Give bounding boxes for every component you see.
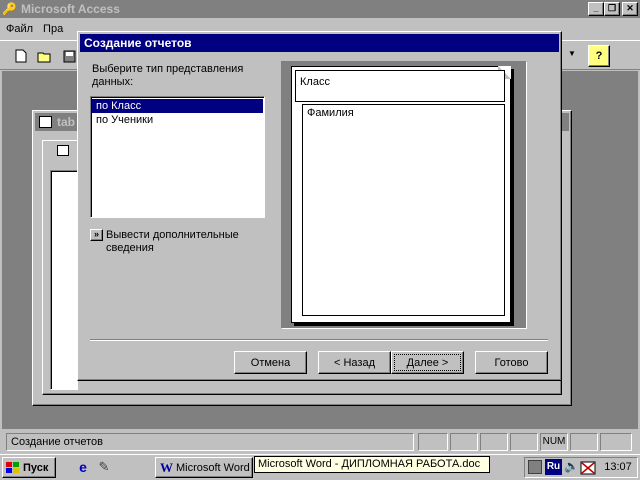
dialog-separator — [90, 339, 548, 341]
scheduler-icon[interactable] — [580, 459, 596, 475]
preview-group-header: Класс — [295, 70, 505, 102]
finish-button[interactable]: Готово — [475, 351, 548, 374]
cancel-button[interactable]: Отмена — [234, 351, 307, 374]
grid-icon — [57, 145, 69, 156]
num-lock-indicator: NUM — [540, 433, 568, 451]
taskbar-word-button[interactable]: W Microsoft Word — [155, 457, 253, 478]
tray-app-icon[interactable] — [528, 460, 542, 474]
key-icon: 🔑 — [2, 2, 17, 16]
status-cell — [510, 433, 538, 451]
word-icon: W — [160, 459, 173, 475]
table-window-title: tab — [57, 115, 75, 129]
start-button[interactable]: Пуск — [2, 457, 56, 478]
back-button[interactable]: < Назад — [318, 351, 391, 374]
show-more-info-button[interactable]: » — [90, 229, 103, 241]
menu-edit[interactable]: Пра — [43, 23, 63, 35]
taskbar-word-label: Microsoft Word — [176, 461, 250, 474]
restore-button[interactable]: ❐ — [604, 2, 620, 16]
status-cell — [450, 433, 478, 451]
dropdown-arrow-icon[interactable]: ▼ — [568, 49, 576, 58]
status-cell — [600, 433, 632, 451]
show-more-info-label: Вывести дополнительные сведения — [106, 229, 239, 254]
speaker-icon[interactable]: 🔈 — [564, 459, 579, 473]
app-titlebar[interactable]: 🔑 Microsoft Access _ ❐ ✕ — [0, 0, 640, 18]
status-cell — [570, 433, 598, 451]
start-label: Пуск — [23, 461, 49, 474]
preview-detail-section: Фамилия — [302, 104, 505, 316]
clock: 13:07 — [604, 461, 632, 473]
tooltip: Microsoft Word - ДИПЛОМНАЯ РАБОТА.doc — [254, 456, 490, 473]
language-indicator[interactable]: Ru — [545, 459, 562, 475]
close-button[interactable]: ✕ — [622, 2, 638, 16]
status-cell — [480, 433, 508, 451]
table-window-list — [50, 170, 78, 390]
table-icon — [39, 116, 52, 128]
internet-explorer-icon[interactable]: e — [74, 458, 92, 476]
minimize-button[interactable]: _ — [588, 2, 604, 16]
list-item-by-students[interactable]: по Ученики — [92, 113, 263, 127]
open-folder-icon[interactable] — [34, 45, 56, 67]
help-icon[interactable]: ? — [588, 45, 610, 67]
status-text: Создание отчетов — [6, 433, 414, 451]
status-cell — [418, 433, 448, 451]
list-item-by-class[interactable]: по Класс — [92, 99, 263, 113]
quick-launch-icon[interactable]: ✎ — [95, 458, 113, 476]
view-type-listbox[interactable]: по Класс по Ученики — [90, 96, 265, 218]
next-button[interactable]: Далее > — [391, 351, 464, 374]
menu-file[interactable]: Файл — [6, 23, 33, 35]
app-title: Microsoft Access — [20, 2, 120, 16]
dialog-titlebar[interactable]: Создание отчетов — [80, 34, 559, 52]
windows-logo-icon — [6, 461, 20, 474]
view-type-prompt: Выберите тип представления данных: — [92, 63, 244, 88]
new-file-icon[interactable] — [10, 45, 32, 67]
